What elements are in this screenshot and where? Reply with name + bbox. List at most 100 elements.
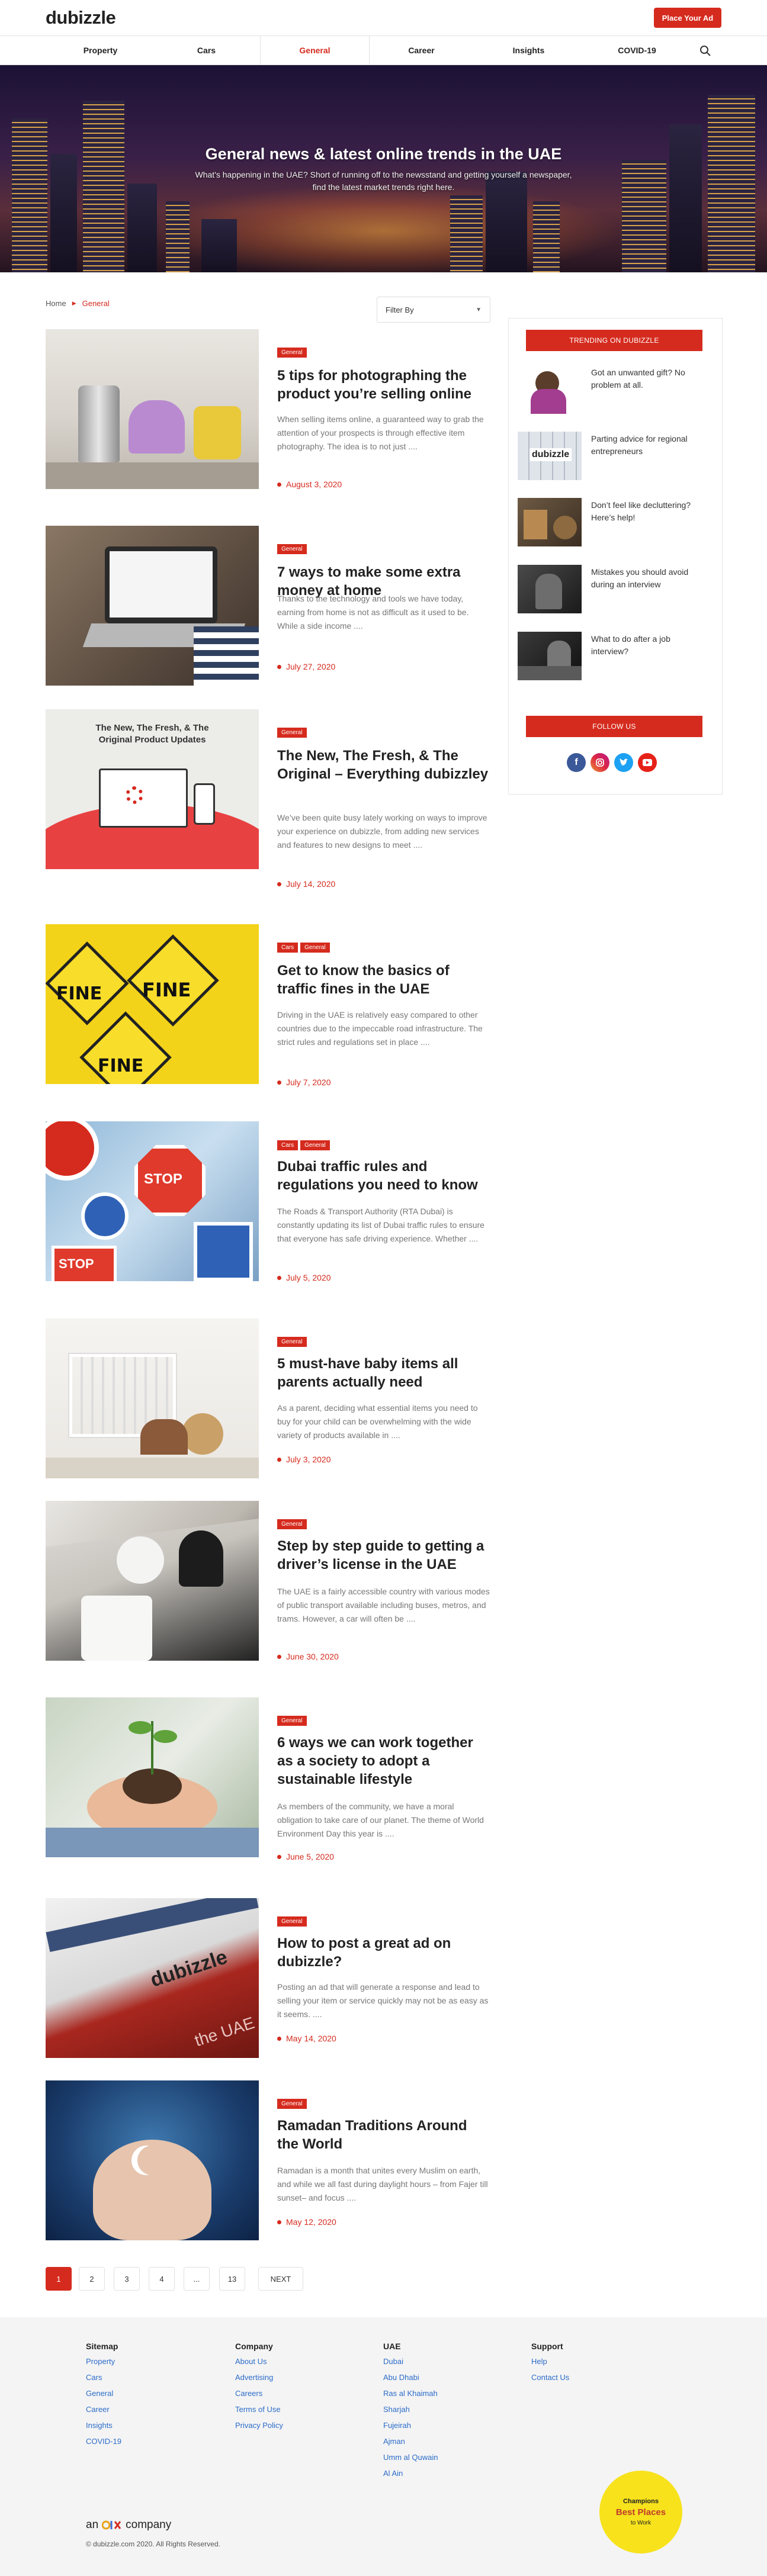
article-title[interactable]: Step by step guide to getting a driver’s… — [277, 1537, 490, 1574]
article-image[interactable]: FINE FINE FINE — [46, 924, 259, 1084]
footer-link[interactable]: Property — [86, 2357, 115, 2366]
article-image[interactable] — [46, 1501, 259, 1661]
footer-link[interactable]: Ajman — [383, 2437, 405, 2446]
trending-thumbnail[interactable] — [518, 565, 582, 613]
footer-link[interactable]: Career — [86, 2405, 110, 2414]
footer-link[interactable]: Privacy Policy — [235, 2421, 283, 2430]
footer-link[interactable]: Terms of Use — [235, 2405, 281, 2414]
facebook-icon[interactable]: f — [567, 753, 586, 772]
article-date-text: July 3, 2020 — [286, 1455, 331, 1464]
footer-heading-company: Company — [235, 2342, 273, 2351]
article-image[interactable]: dubizzle the UAE — [46, 1898, 259, 2058]
article-image[interactable]: STOP STOP — [46, 1121, 259, 1281]
trending-thumbnail[interactable]: dubizzle — [518, 432, 582, 480]
footer-heading-support: Support — [531, 2342, 563, 2351]
tag-badge[interactable]: General — [277, 1916, 307, 1927]
article-title[interactable]: The New, The Fresh, & The Original – Eve… — [277, 747, 490, 783]
footer-link[interactable]: Abu Dhabi — [383, 2373, 419, 2382]
trending-link[interactable]: Mistakes you should avoid during an inte… — [591, 566, 710, 591]
footer-link[interactable]: Sharjah — [383, 2405, 410, 2414]
twitter-icon[interactable] — [614, 753, 633, 772]
article-image[interactable] — [46, 1318, 259, 1478]
page-button-4[interactable]: 4 — [149, 2267, 175, 2291]
tag-badge[interactable]: Cars — [277, 943, 299, 953]
nav-item-general[interactable]: General — [260, 36, 370, 65]
footer-link[interactable]: Help — [531, 2357, 547, 2366]
article-tags: General — [277, 348, 307, 358]
tag-badge[interactable]: General — [277, 1337, 307, 1347]
dubizzle-logo[interactable]: dubizzle — [46, 7, 116, 28]
article-date: July 5, 2020 — [277, 1273, 331, 1282]
footer-link[interactable]: Careers — [235, 2389, 262, 2398]
filter-dropdown[interactable]: Filter By ▼ — [377, 297, 490, 323]
trending-link[interactable]: Got an unwanted gift? No problem at all. — [591, 366, 710, 391]
tag-badge[interactable]: General — [277, 544, 307, 554]
stop-text: STOP — [59, 1256, 94, 1271]
place-your-ad-button[interactable]: Place Your Ad — [654, 8, 721, 28]
article-title[interactable]: How to post a great ad on dubizzle? — [277, 1934, 490, 1971]
trending-link[interactable]: Parting advice for regional entrepreneur… — [591, 433, 710, 458]
footer-link[interactable]: Insights — [86, 2421, 113, 2430]
leaf-icon — [129, 1721, 152, 1734]
page-button-3[interactable]: 3 — [114, 2267, 140, 2291]
mixer-shape — [78, 385, 120, 462]
footer-link[interactable]: Advertising — [235, 2373, 273, 2382]
hero-building — [450, 195, 483, 272]
article-title[interactable]: 5 tips for photographing the product you… — [277, 366, 490, 403]
top-bar: dubizzle Place Your Ad — [0, 0, 767, 36]
article-tags: General — [277, 1519, 307, 1529]
tag-badge[interactable]: General — [277, 348, 307, 358]
fine-text: FINE — [98, 1056, 144, 1076]
youtube-icon[interactable] — [638, 753, 657, 772]
breadcrumb-home[interactable]: Home — [46, 299, 66, 308]
article-title[interactable]: 6 ways we can work together as a society… — [277, 1734, 490, 1789]
footer-link[interactable]: Ras al Khaimah — [383, 2389, 438, 2398]
tag-badge[interactable]: General — [277, 2099, 307, 2109]
tag-badge[interactable]: General — [300, 1140, 330, 1150]
instagram-icon[interactable] — [591, 753, 609, 772]
tag-badge[interactable]: General — [277, 1519, 307, 1529]
footer-link[interactable]: Dubai — [383, 2357, 403, 2366]
nav-item-covid[interactable]: COVID-19 — [582, 36, 692, 65]
tag-badge[interactable]: General — [277, 728, 307, 738]
search-icon[interactable] — [699, 45, 711, 57]
trending-link[interactable]: Don’t feel like decluttering? Here’s hel… — [591, 499, 710, 524]
nav-item-cars[interactable]: Cars — [152, 36, 261, 65]
article-image[interactable] — [46, 1697, 259, 1857]
trending-thumbnail[interactable] — [518, 632, 582, 680]
counter-shape — [46, 462, 259, 489]
footer-link[interactable]: Fujeirah — [383, 2421, 411, 2430]
footer-link[interactable]: COVID-19 — [86, 2437, 121, 2446]
page-button-1[interactable]: 1 — [46, 2267, 72, 2291]
footer-link[interactable]: Contact Us — [531, 2373, 569, 2382]
tag-badge[interactable]: General — [277, 1716, 307, 1726]
trending-thumbnail[interactable] — [518, 498, 582, 546]
tag-badge[interactable]: General — [300, 943, 330, 953]
nav-item-insights[interactable]: Insights — [474, 36, 583, 65]
article-image[interactable] — [46, 2080, 259, 2240]
page-button-13[interactable]: 13 — [219, 2267, 245, 2291]
footer-link[interactable]: Cars — [86, 2373, 102, 2382]
basket-shape — [182, 1413, 223, 1455]
article-title[interactable]: 5 must-have baby items all parents actua… — [277, 1355, 490, 1391]
footer-link[interactable]: About Us — [235, 2357, 267, 2366]
article-image[interactable] — [46, 329, 259, 489]
follow-heading: FOLLOW US — [526, 716, 702, 737]
article-title[interactable]: Ramadan Traditions Around the World — [277, 2117, 490, 2153]
footer-link[interactable]: Al Ain — [383, 2469, 403, 2478]
nav-item-career[interactable]: Career — [367, 36, 476, 65]
toaster-shape — [194, 406, 241, 459]
footer-link[interactable]: General — [86, 2389, 113, 2398]
article-image[interactable] — [46, 526, 259, 686]
next-page-button[interactable]: NEXT — [258, 2267, 303, 2291]
article-title[interactable]: Dubai traffic rules and regulations you … — [277, 1157, 490, 1194]
nav-item-property[interactable]: Property — [46, 36, 155, 65]
tag-badge[interactable]: Cars — [277, 1140, 299, 1150]
hero-subtitle: What's happening in the UAE? Short of ru… — [195, 170, 572, 192]
page-button-2[interactable]: 2 — [79, 2267, 105, 2291]
article-image[interactable]: The New, The Fresh, & The Original Produ… — [46, 709, 259, 869]
article-title[interactable]: Get to know the basics of traffic fines … — [277, 961, 490, 998]
footer-link[interactable]: Umm al Quwain — [383, 2453, 438, 2462]
trending-link[interactable]: What to do after a job interview? — [591, 633, 710, 658]
trending-thumbnail[interactable] — [518, 365, 582, 414]
